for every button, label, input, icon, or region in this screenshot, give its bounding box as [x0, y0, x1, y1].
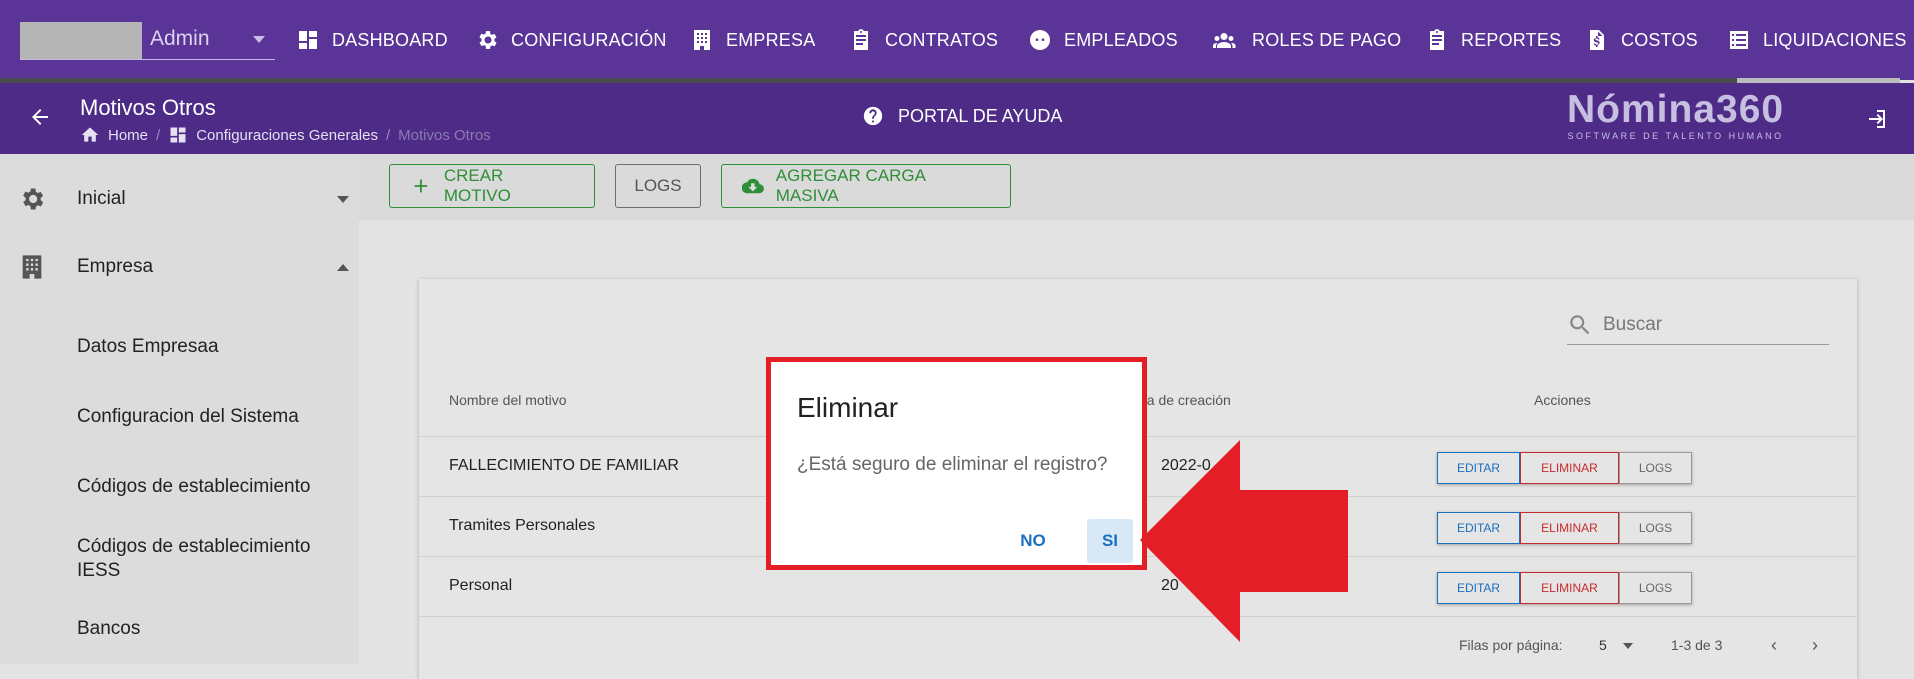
red-arrow-annotation — [1140, 440, 1348, 642]
no-button[interactable]: NO — [1006, 519, 1060, 563]
dialog-title: Eliminar — [797, 392, 899, 423]
dialog-message: ¿Está seguro de eliminar el registro? — [797, 454, 1108, 475]
delete-confirm-dialog: Eliminar ¿Está seguro de eliminar el reg… — [766, 357, 1147, 570]
yes-button[interactable]: SI — [1087, 519, 1133, 563]
